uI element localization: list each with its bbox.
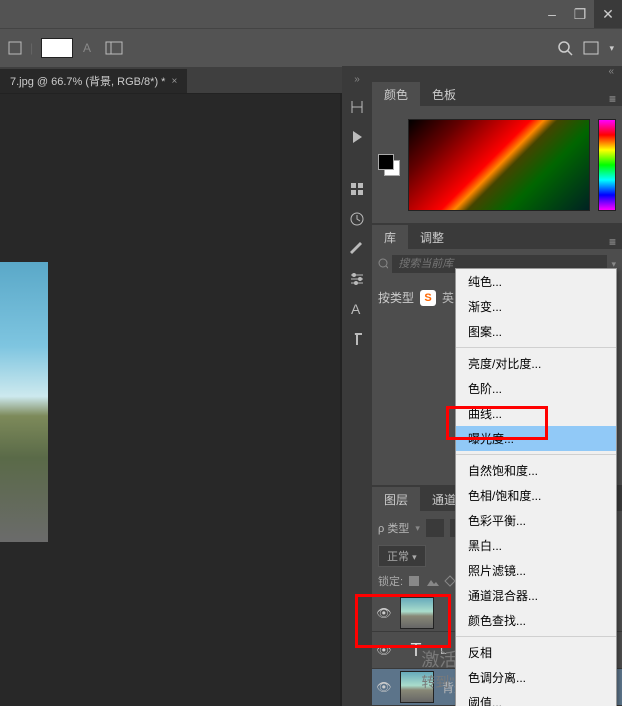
panel-menu-icon[interactable]: ≡ — [609, 92, 616, 106]
menu-item-gradient[interactable]: 渐变... — [456, 294, 616, 319]
workspace-icon[interactable] — [583, 40, 599, 56]
menu-item-hue-saturation[interactable]: 色相/饱和度... — [456, 483, 616, 508]
brush-icon[interactable] — [349, 241, 365, 257]
menu-item-color-lookup[interactable]: 颜色查找... — [456, 608, 616, 633]
tab-libraries[interactable]: 库 — [372, 225, 408, 249]
panel-menu-icon[interactable]: ≡ — [609, 235, 616, 249]
menu-item-threshold[interactable]: 阈值... — [456, 690, 616, 706]
history-icon[interactable] — [349, 211, 365, 227]
menu-item-color-balance[interactable]: 色彩平衡... — [456, 508, 616, 533]
search-icon[interactable] — [557, 40, 573, 56]
document-image — [0, 262, 48, 542]
search-icon — [378, 258, 388, 270]
visibility-toggle[interactable]: 👁 — [376, 680, 392, 694]
type-panel-icon[interactable]: A — [349, 301, 365, 317]
title-bar: – ❐ ✕ — [0, 0, 622, 28]
hue-slider[interactable] — [598, 119, 616, 211]
adjust-icon[interactable] — [349, 271, 365, 287]
filter-label: 按类型 — [378, 289, 414, 306]
panel-icon[interactable] — [105, 40, 123, 56]
menu-separator — [456, 636, 616, 637]
menu-item-photo-filter[interactable]: 照片滤镜... — [456, 558, 616, 583]
play-icon[interactable] — [349, 129, 365, 145]
blend-mode-select[interactable]: 正常 ▾ — [378, 545, 426, 567]
svg-text:A: A — [351, 301, 361, 317]
text-icon[interactable]: A — [81, 40, 97, 56]
ime-indicator-icon[interactable]: S — [420, 290, 436, 306]
annotation-highlight-menu — [446, 406, 548, 440]
document-tab[interactable]: 7.jpg @ 66.7% (背景, RGB/8*) * × — [0, 69, 187, 93]
window-maximize-button[interactable]: ❐ — [566, 0, 594, 28]
lock-label: 锁定: — [378, 573, 403, 589]
grid-icon[interactable] — [349, 181, 365, 197]
panel-collapse-button[interactable]: « — [372, 66, 622, 80]
adjustment-context-menu: 纯色... 渐变... 图案... 亮度/对比度... 色阶... 曲线... … — [455, 268, 617, 706]
menu-separator — [456, 454, 616, 455]
tab-color[interactable]: 颜色 — [372, 82, 420, 106]
note-icon — [8, 41, 22, 55]
menu-item-levels[interactable]: 色阶... — [456, 376, 616, 401]
kind-filter-image[interactable] — [426, 519, 444, 537]
annotation-highlight-layer — [355, 594, 451, 648]
fg-bg-swatch[interactable] — [378, 154, 400, 176]
menu-item-brightness-contrast[interactable]: 亮度/对比度... — [456, 351, 616, 376]
tab-layers[interactable]: 图层 — [372, 487, 420, 511]
menu-item-invert[interactable]: 反相 — [456, 640, 616, 665]
lock-image-icon[interactable] — [425, 574, 439, 588]
menu-item-black-white[interactable]: 黑白... — [456, 533, 616, 558]
menu-item-solid-color[interactable]: 纯色... — [456, 269, 616, 294]
color-panel-tabs: 颜色 色板 ≡ — [372, 80, 622, 106]
options-bar: | A ▾ — [0, 28, 622, 67]
menu-separator — [456, 347, 616, 348]
ime-mode: 英 — [442, 289, 454, 306]
svg-text:A: A — [83, 41, 91, 55]
window-minimize-button[interactable]: – — [538, 0, 566, 28]
canvas-area[interactable] — [0, 94, 340, 706]
document-tab-close[interactable]: × — [171, 76, 177, 87]
color-panel-body — [372, 106, 622, 223]
window-close-button[interactable]: ✕ — [594, 0, 622, 28]
menu-item-vibrance[interactable]: 自然饱和度... — [456, 458, 616, 483]
lock-transparent-icon[interactable] — [407, 574, 421, 588]
menu-item-pattern[interactable]: 图案... — [456, 319, 616, 344]
library-panel-tabs: 库 调整 ≡ — [372, 223, 622, 249]
tab-adjustments[interactable]: 调整 — [408, 225, 456, 249]
color-ramp[interactable] — [408, 119, 590, 211]
menu-item-posterize[interactable]: 色调分离... — [456, 665, 616, 690]
foreground-color[interactable] — [378, 154, 394, 170]
kind-label: ρ 类型 — [378, 520, 409, 536]
menu-item-channel-mixer[interactable]: 通道混合器... — [456, 583, 616, 608]
tab-swatches[interactable]: 色板 — [420, 82, 468, 106]
color-swatch[interactable] — [41, 38, 73, 58]
guide-icon[interactable] — [349, 99, 365, 115]
paragraph-icon[interactable] — [349, 331, 365, 347]
document-tab-label: 7.jpg @ 66.7% (背景, RGB/8*) * — [10, 73, 165, 89]
